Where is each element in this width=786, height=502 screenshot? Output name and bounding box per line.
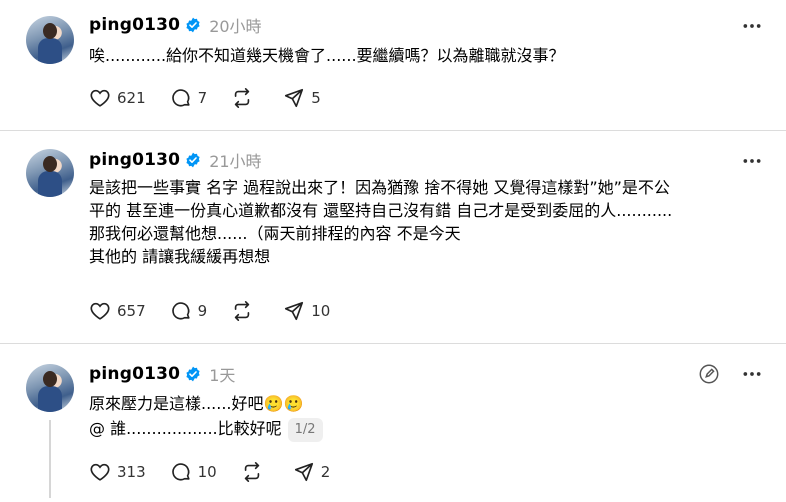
comment-icon: [171, 302, 190, 320]
post-text-line: @ 誰..................比較好呢: [89, 419, 282, 438]
share-icon: [285, 301, 304, 321]
repost-button[interactable]: [241, 461, 269, 483]
reply-button[interactable]: 10: [170, 461, 217, 483]
post-time[interactable]: 21小時: [209, 148, 261, 172]
post-actions: 313 10 2: [89, 461, 354, 483]
like-count: 621: [117, 89, 146, 107]
repost-icon: [234, 88, 250, 108]
repost-button[interactable]: [231, 300, 259, 322]
share-button[interactable]: 2: [293, 461, 331, 483]
username[interactable]: ping0130: [89, 150, 180, 170]
like-count: 657: [117, 302, 146, 320]
more-icon[interactable]: [742, 151, 762, 171]
avatar[interactable]: [26, 364, 74, 412]
reply-count: 9: [197, 302, 208, 320]
heart-icon: [90, 89, 110, 107]
reply-count: 10: [197, 463, 217, 481]
like-count: 313: [117, 463, 146, 481]
avatar[interactable]: [26, 149, 74, 197]
thread-post[interactable]: ping0130 20小時 唉............給你不知道幾天機會了...…: [0, 0, 786, 130]
reply-button[interactable]: 7: [170, 87, 208, 109]
share-icon: [285, 88, 304, 108]
verified-icon: [186, 366, 200, 382]
repost-icon: [234, 301, 250, 321]
reply-count: 7: [197, 89, 208, 107]
post-text-line: 其他的 請讓我緩緩再想想: [89, 247, 271, 266]
post-text-line: 唉............給你不知道幾天機會了......要繼續嗎？以為離職就沒…: [89, 46, 565, 65]
post-text-line: 是該把一些事實 名字 過程說出來了！因為猶豫 捨不得她 又覺得這樣對”她”是不公: [89, 178, 670, 197]
more-icon[interactable]: [742, 16, 762, 36]
share-count: 10: [311, 302, 331, 320]
post-time[interactable]: 20小時: [209, 13, 261, 37]
share-count: 2: [320, 463, 331, 481]
post-actions: 621 7 5: [89, 87, 345, 109]
post-actions: 657 9 10: [89, 300, 354, 322]
verified-icon: [186, 17, 200, 33]
share-icon: [294, 462, 313, 482]
like-button[interactable]: 313: [89, 461, 146, 483]
avatar[interactable]: [26, 16, 74, 64]
reply-button[interactable]: 9: [170, 300, 208, 322]
heart-icon: [90, 302, 110, 320]
comment-icon: [171, 89, 190, 107]
repost-button[interactable]: [231, 87, 259, 109]
page-indicator-badge: 1/2: [287, 417, 323, 442]
thread-connector-line: [49, 420, 51, 498]
like-button[interactable]: 621: [89, 87, 146, 109]
share-button[interactable]: 5: [283, 87, 321, 109]
share-button[interactable]: 10: [283, 300, 330, 322]
post-content: 原來壓力是這樣......好吧🥲🥲 @ 誰..................比…: [89, 392, 323, 442]
post-text-line: 平的 甚至連一份真心道歉都沒有 還堅持自己沒有錯 自己才是受到委屈的人.....…: [89, 201, 673, 220]
edit-icon[interactable]: [698, 363, 720, 385]
post-content: 是該把一些事實 名字 過程說出來了！因為猶豫 捨不得她 又覺得這樣對”她”是不公…: [89, 176, 672, 268]
share-count: 5: [311, 89, 321, 107]
thread-post[interactable]: ping0130 1天 原來壓力是這樣......好吧🥲🥲 @ 誰.......…: [0, 344, 786, 502]
thread-post[interactable]: ping0130 21小時 是該把一些事實 名字 過程說出來了！因為猶豫 捨不得…: [0, 131, 786, 343]
verified-icon: [186, 152, 200, 168]
heart-icon: [90, 463, 110, 481]
post-text-line: 原來壓力是這樣......好吧🥲🥲: [89, 394, 304, 413]
repost-icon: [244, 462, 259, 482]
post-content: 唉............給你不知道幾天機會了......要繼續嗎？以為離職就沒…: [89, 44, 565, 67]
more-icon[interactable]: [742, 364, 762, 384]
like-button[interactable]: 657: [89, 300, 146, 322]
username[interactable]: ping0130: [89, 364, 180, 384]
post-text-line: 那我何必還幫他想......（兩天前排程的內容 不是今天: [89, 224, 461, 243]
comment-icon: [171, 463, 190, 481]
post-time[interactable]: 1天: [209, 362, 235, 386]
username[interactable]: ping0130: [89, 15, 180, 35]
